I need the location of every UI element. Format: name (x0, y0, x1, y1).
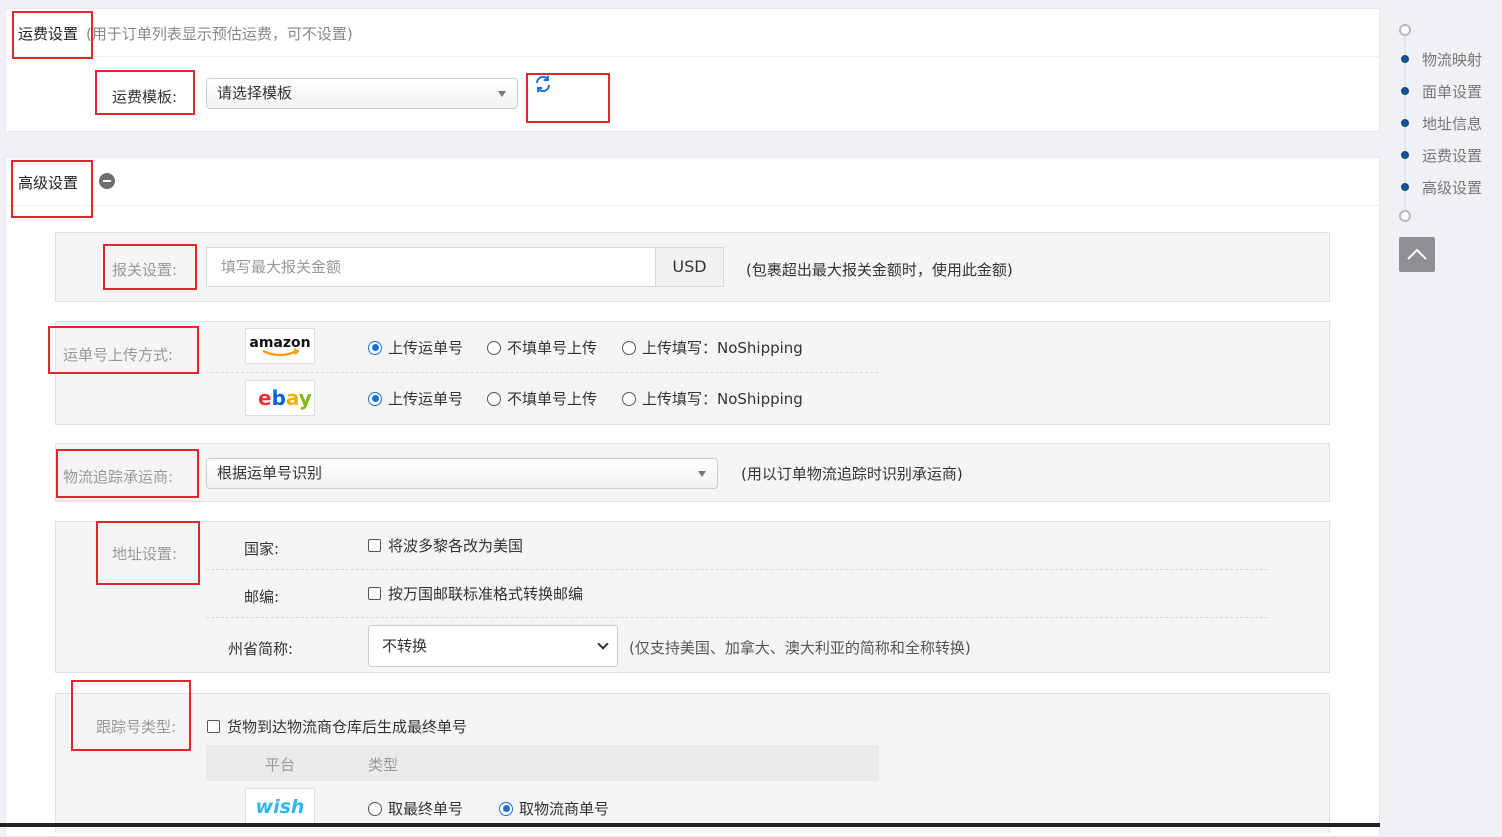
back-to-top-button[interactable] (1399, 237, 1435, 272)
caret-down-icon (698, 471, 706, 477)
radio-unchecked-icon[interactable] (368, 801, 382, 816)
radio-unchecked-icon[interactable] (487, 340, 501, 355)
carrier-section: 物流追踪承运商: 根据运单号识别 (用以订单物流追踪时识别承运商) (55, 443, 1330, 502)
amazon-logo-icon: amazon (249, 335, 311, 357)
row-divider (206, 372, 878, 373)
column-platform: 平台 (265, 756, 296, 774)
radio-unchecked-icon[interactable] (622, 391, 636, 406)
freight-settings-card: 运费设置 (用于订单列表显示预估运费，可不设置) 运费模板: 请选择模板 (5, 8, 1380, 132)
sidenav-item-freight-settings[interactable]: 运费设置 (1422, 145, 1482, 166)
amazon-option-upload[interactable]: 上传运单号 (368, 337, 463, 358)
ebay-logo-icon: ebay (258, 386, 311, 410)
minus-circle-icon[interactable] (99, 173, 115, 189)
customs-section: 报关设置: 填写最大报关金额 USD (包裹超出最大报关金额时，使用此金额) (55, 232, 1330, 302)
svg-text:amazon: amazon (249, 335, 310, 351)
sidenav-item-logistics-mapping[interactable]: 物流映射 (1422, 49, 1482, 70)
svg-text:wish: wish (256, 796, 305, 818)
carrier-select[interactable]: 根据运单号识别 (206, 458, 718, 489)
freight-template-label: 运费模板: (112, 88, 178, 106)
nav-dot-icon (1401, 87, 1409, 95)
row-divider (206, 617, 1268, 618)
wish-option-carrier[interactable]: 取物流商单号 (499, 798, 609, 819)
freight-template-value: 请选择模板 (217, 84, 293, 102)
radio-checked-icon[interactable] (499, 801, 513, 816)
ebay-option-no-number[interactable]: 不填单号上传 (487, 388, 597, 409)
tracking-type-label: 跟踪号类型: (96, 718, 177, 736)
nav-dot-icon (1401, 151, 1409, 159)
advanced-settings-title: 高级设置 (18, 174, 79, 192)
address-label: 地址设置: (112, 545, 178, 563)
tracking-table-header: 平台 类型 (206, 745, 879, 781)
radio-checked-icon[interactable] (368, 391, 382, 406)
wish-logo-icon: wish (256, 796, 305, 818)
chevron-down-icon (597, 638, 609, 650)
carrier-label: 物流追踪承运商: (63, 468, 174, 486)
amazon-option-noshipping[interactable]: 上传填写：NoShipping (622, 337, 803, 358)
radio-unchecked-icon[interactable] (622, 340, 636, 355)
declared-value-input[interactable]: 填写最大报关金额 (206, 247, 656, 287)
nav-dot-icon (1401, 119, 1409, 127)
freight-template-select[interactable]: 请选择模板 (206, 78, 518, 109)
final-number-checkbox[interactable]: 货物到达物流商仓库后生成最终单号 (207, 716, 467, 737)
state-abbr-hint: (仅支持美国、加拿大、澳大利亚的简称和全称转换) (629, 639, 971, 657)
column-type: 类型 (368, 756, 399, 774)
state-abbr-value: 不转换 (382, 637, 428, 655)
amazon-logo: amazon (245, 328, 315, 364)
sidenav-item-address-info[interactable]: 地址信息 (1422, 113, 1482, 134)
radio-checked-icon[interactable] (368, 340, 382, 355)
amazon-option-no-number[interactable]: 不填单号上传 (487, 337, 597, 358)
upload-method-section: 运单号上传方式: amazon 上传运单号 不填单号上传 上传填写：NoShip… (55, 321, 1330, 425)
freight-settings-hint: (用于订单列表显示预估运费，可不设置) (86, 25, 353, 43)
sidenav-item-label-settings[interactable]: 面单设置 (1422, 81, 1482, 102)
caret-down-icon (498, 91, 506, 97)
nav-dot-icon (1401, 55, 1409, 63)
checkbox-icon[interactable] (368, 587, 381, 600)
tracking-type-section: 跟踪号类型: 货物到达物流商仓库后生成最终单号 平台 类型 wish 取最终单号… (55, 693, 1330, 833)
upload-method-label: 运单号上传方式: (63, 346, 174, 364)
state-abbr-label: 州省简称: (228, 640, 294, 658)
refresh-icon[interactable] (533, 74, 553, 94)
svg-text:ebay: ebay (258, 386, 311, 410)
country-label: 国家: (244, 540, 280, 558)
nav-dot-icon (1401, 183, 1409, 191)
ebay-logo: ebay (245, 380, 315, 416)
wish-option-final[interactable]: 取最终单号 (368, 798, 463, 819)
zip-label: 邮编: (244, 588, 280, 606)
checkbox-icon[interactable] (207, 720, 220, 733)
bottom-bar (0, 823, 1380, 827)
address-section: 地址设置: 国家: 将波多黎各改为美国 邮编: 按万国邮联标准格式转换邮编 州省… (55, 521, 1330, 673)
nav-end-circle-icon (1399, 210, 1411, 222)
freight-settings-header: 运费设置 (用于订单列表显示预估运费，可不设置) (6, 9, 1379, 57)
state-abbr-select[interactable]: 不转换 (368, 625, 618, 667)
freight-settings-title: 运费设置 (用于订单列表显示预估运费，可不设置) (18, 25, 353, 43)
ebay-option-noshipping[interactable]: 上传填写：NoShipping (622, 388, 803, 409)
ebay-option-upload[interactable]: 上传运单号 (368, 388, 463, 409)
chevron-up-icon[interactable] (1399, 237, 1435, 272)
sidenav-item-advanced-settings[interactable]: 高级设置 (1422, 177, 1482, 198)
puerto-rico-checkbox[interactable]: 将波多黎各改为美国 (368, 535, 523, 556)
checkbox-icon[interactable] (368, 539, 381, 552)
currency-addon: USD (656, 247, 724, 287)
advanced-settings-header: 高级设置 (6, 158, 1379, 206)
upu-zip-checkbox[interactable]: 按万国邮联标准格式转换邮编 (368, 583, 583, 604)
carrier-value: 根据运单号识别 (217, 464, 323, 482)
main-content: 运费设置 (用于订单列表显示预估运费，可不设置) 运费模板: 请选择模板 高级设置… (5, 8, 1380, 837)
carrier-hint: (用以订单物流追踪时识别承运商) (741, 465, 963, 483)
customs-hint: (包裹超出最大报关金额时，使用此金额) (746, 261, 1013, 279)
row-divider (206, 569, 1268, 570)
nav-start-circle-icon (1399, 24, 1411, 36)
wish-logo: wish (245, 788, 315, 824)
radio-unchecked-icon[interactable] (487, 391, 501, 406)
customs-label: 报关设置: (112, 261, 178, 279)
